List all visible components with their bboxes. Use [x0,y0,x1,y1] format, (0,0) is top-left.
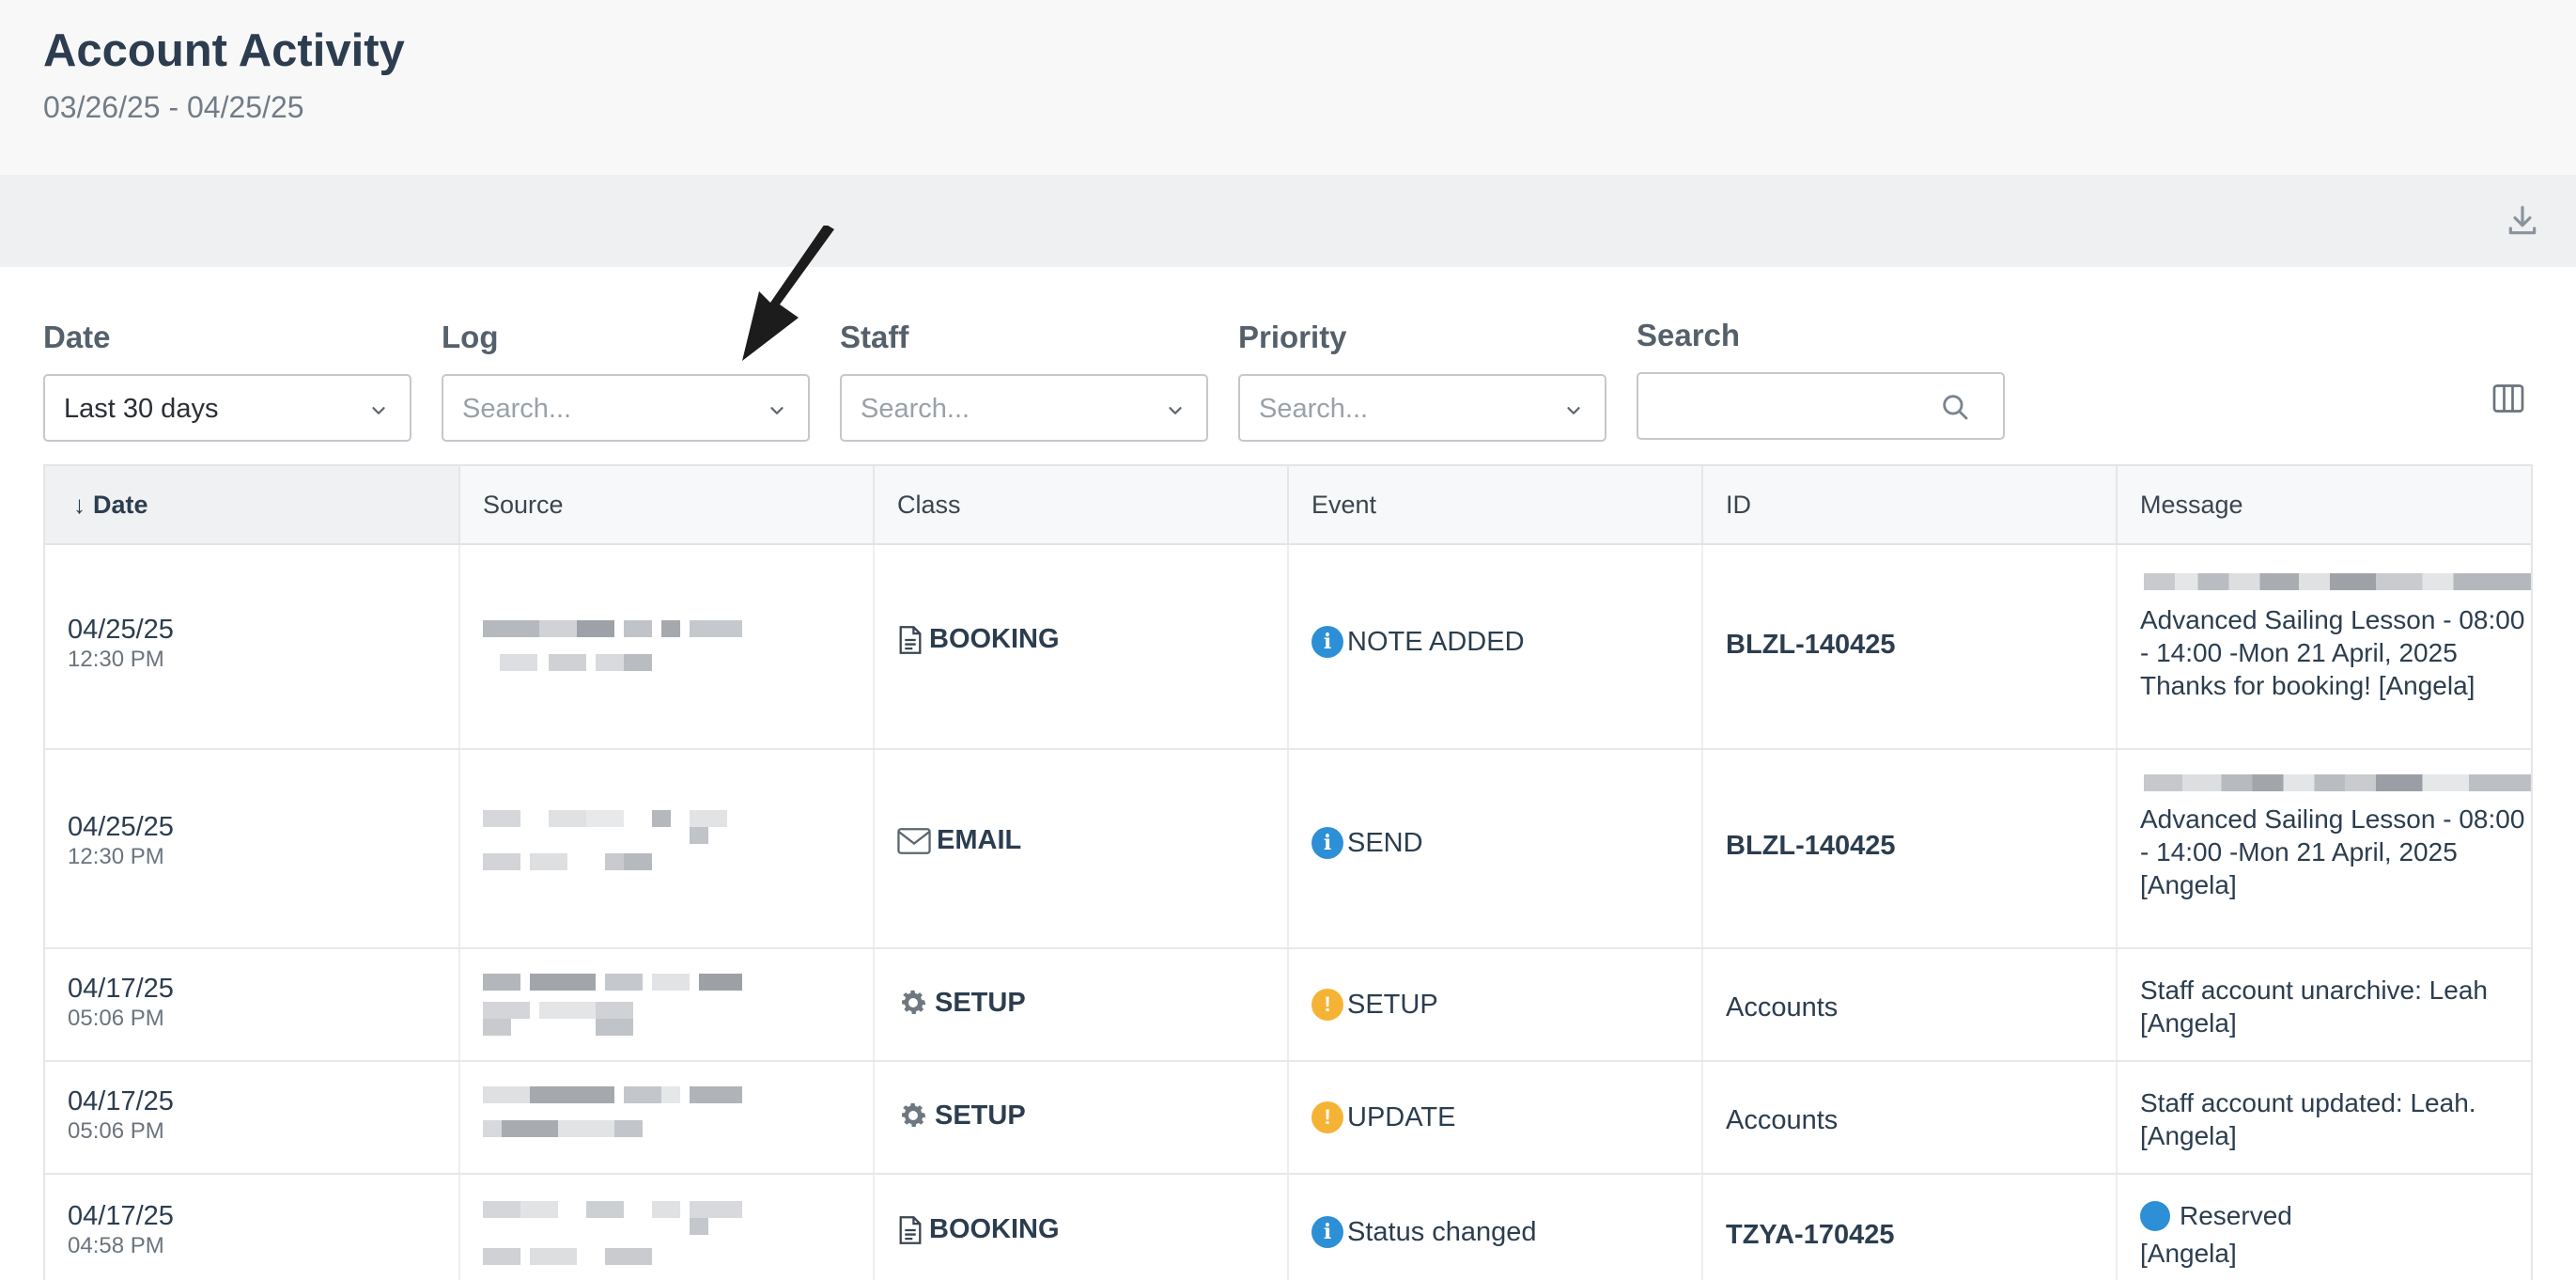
row-date: 04/17/25 [68,1201,174,1231]
staff-filter-placeholder: Search... [861,394,970,424]
column-header-date[interactable]: ↓ Date [45,466,460,543]
row-time: 05:06 PM [68,1118,164,1144]
redacted-source [483,974,742,1038]
date-filter-value: Last 30 days [64,394,219,424]
row-class: SETUP [935,1100,1026,1131]
date-filter-label: Date [43,320,111,354]
row-id[interactable]: Accounts [1726,992,1838,1023]
table-row[interactable]: 04/17/25 05:06 PM SETUP ! UPDATE Account… [45,1062,2531,1175]
row-id[interactable]: Accounts [1726,1105,1838,1136]
table-row[interactable]: 04/25/25 12:30 PM BOOKING i NOTE ADDED B… [45,545,2531,750]
chevron-down-icon [372,407,385,414]
row-event: NOTE ADDED [1347,626,1525,657]
priority-filter-placeholder: Search... [1259,394,1369,424]
redacted-source [483,620,742,684]
row-class: BOOKING [929,624,1060,654]
log-filter-select[interactable]: Search... [442,374,810,442]
redacted-message-sender [2144,573,2531,590]
table-row[interactable]: 04/17/25 05:06 PM SETUP ! SETUP Accounts [45,949,2531,1062]
warning-icon: ! [1311,989,1343,1021]
info-icon: i [1311,626,1343,658]
row-id[interactable]: BLZL-140425 [1726,630,1896,661]
search-icon [1943,395,1968,420]
status-dot-icon [2140,1201,2170,1231]
chevron-down-icon [1567,407,1580,414]
row-message: [Angela] [2140,1239,2237,1268]
column-header-id[interactable]: ID [1703,466,2118,543]
row-message: Staff account unarchive: Leah [Angela] [2140,976,2488,1038]
row-date: 04/25/25 [68,812,174,842]
search-filter-label: Search [1637,318,1741,352]
search-input[interactable] [1637,372,2005,440]
columns-toggle-icon[interactable] [2491,382,2525,415]
info-icon: i [1311,827,1343,859]
envelope-icon [897,827,931,854]
page-header: Account Activity 03/26/25 - 04/25/25 [0,0,2576,175]
info-icon: i [1311,1216,1343,1248]
row-id[interactable]: TZYA-170425 [1726,1220,1894,1251]
table-row[interactable]: 04/25/25 12:30 PM EMAIL i SEND BLZL-1404… [45,750,2531,949]
column-header-message[interactable]: Message [2118,466,2531,543]
row-event: Status changed [1347,1216,1537,1247]
row-message: Advanced Sailing Lesson - 08:00 - 14:00 … [2140,605,2525,700]
row-time: 05:06 PM [68,1006,164,1031]
row-date: 04/25/25 [68,615,174,645]
chevron-down-icon [1169,407,1182,414]
document-icon [899,1215,922,1244]
warning-icon: ! [1311,1101,1343,1133]
redacted-message-sender [2144,774,2531,791]
row-message-status: Reserved [2180,1201,2292,1230]
column-header-source[interactable]: Source [460,466,875,543]
log-filter-label: Log [442,320,499,354]
page-title: Account Activity [43,25,405,76]
redacted-source [483,810,742,874]
table-row[interactable]: 04/17/25 04:58 PM BOOKING i Status chang… [45,1175,2531,1280]
priority-filter-select[interactable]: Search... [1238,374,1606,442]
staff-filter-label: Staff [840,320,909,354]
row-time: 12:30 PM [68,844,164,869]
download-icon[interactable] [2505,203,2540,239]
date-range: 03/26/25 - 04/25/25 [43,90,304,124]
staff-filter-select[interactable]: Search... [840,374,1208,442]
row-class: SETUP [935,987,1026,1018]
sort-arrow-icon: ↓ [73,491,85,519]
gear-icon [902,1102,926,1128]
column-header-class[interactable]: Class [875,466,1289,543]
row-event: SEND [1347,827,1423,858]
priority-filter-label: Priority [1238,320,1347,354]
row-date: 04/17/25 [68,974,174,1004]
row-time: 04:58 PM [68,1233,164,1258]
redacted-source [483,1201,742,1265]
activity-table: ↓ Date Source Class Event ID Message 04/2… [43,464,2533,1280]
column-header-event[interactable]: Event [1289,466,1703,543]
row-event: UPDATE [1347,1101,1456,1132]
toolbar [0,175,2576,267]
chevron-down-icon [770,407,784,414]
row-message: Advanced Sailing Lesson - 08:00 - 14:00 … [2140,804,2525,899]
row-message: Staff account updated: Leah. [Angela] [2140,1088,2476,1150]
row-event: SETUP [1347,989,1438,1020]
row-class: EMAIL [937,825,1022,855]
row-id[interactable]: BLZL-140425 [1726,831,1896,862]
row-time: 12:30 PM [68,647,164,672]
date-filter-select[interactable]: Last 30 days [43,374,411,442]
gear-icon [902,990,926,1015]
log-filter-placeholder: Search... [462,394,572,424]
redacted-source [483,1086,742,1150]
document-icon [899,625,922,654]
pointer-arrow-icon [742,226,834,361]
row-class: BOOKING [929,1214,1060,1244]
table-header: ↓ Date Source Class Event ID Message [45,466,2531,545]
row-date: 04/17/25 [68,1086,174,1116]
